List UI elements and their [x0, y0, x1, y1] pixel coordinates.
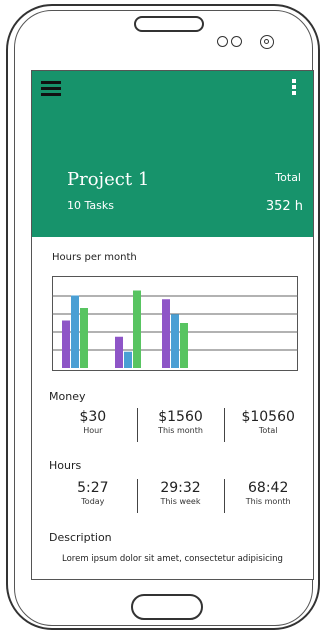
proximity-sensor — [217, 36, 228, 47]
chart-bar — [62, 320, 70, 368]
more-vertical-icon[interactable] — [292, 79, 297, 97]
stat-value: $1560 — [158, 409, 203, 425]
chart-title: Hours per month — [52, 252, 137, 263]
total-label: Total — [275, 171, 301, 184]
stat-caption: Total — [258, 426, 278, 435]
chart-bar — [133, 290, 141, 368]
hours-week-stat: 29:32 This week — [136, 479, 225, 513]
task-count: 10 Tasks — [67, 199, 114, 212]
app-screen: Project 1 10 Tasks Total 352 h Hours per… — [31, 70, 314, 580]
chart-bar — [124, 351, 132, 368]
project-title: Project 1 — [67, 169, 150, 190]
stat-value: 29:32 — [160, 480, 201, 496]
chart-bar — [171, 314, 179, 368]
total-hours: 352 h — [265, 199, 303, 214]
chart-bar — [80, 308, 88, 368]
chart-bar — [180, 323, 188, 368]
stat-value: $10560 — [241, 409, 295, 425]
money-month-stat: $1560 This month — [136, 408, 225, 442]
front-camera — [260, 35, 274, 49]
hours-today-stat: 5:27 Today — [49, 479, 137, 506]
project-header: Project 1 10 Tasks Total 352 h — [32, 71, 313, 237]
money-total-stat: $10560 Total — [224, 408, 312, 442]
stat-value: 68:42 — [248, 480, 289, 496]
stat-caption: This month — [158, 426, 203, 435]
stat-value: $30 — [79, 409, 107, 425]
hours-stats: 5:27 Today 29:32 This week 68:42 This mo… — [49, 479, 312, 513]
stat-caption: Today — [81, 497, 105, 506]
chart-bar — [115, 336, 123, 368]
money-hour-stat: $30 Hour — [49, 408, 137, 435]
stat-caption: Hour — [83, 426, 103, 435]
hours-label: Hours — [49, 459, 82, 472]
speaker-grille — [134, 16, 204, 32]
chart-bar — [71, 295, 79, 368]
money-label: Money — [49, 390, 86, 403]
stat-caption: This month — [245, 497, 291, 506]
stat-value: 5:27 — [77, 480, 109, 496]
money-stats: $30 Hour $1560 This month $10560 Total — [49, 408, 312, 442]
hours-month-stat: 68:42 This month — [224, 479, 312, 513]
description-text: Lorem ipsum dolor sit amet, consectetur … — [62, 554, 283, 564]
hours-bar-chart — [52, 276, 298, 371]
light-sensor — [231, 36, 242, 47]
hamburger-menu-icon[interactable] — [41, 81, 61, 96]
home-button[interactable] — [131, 594, 203, 620]
chart-bar — [162, 299, 170, 368]
stat-caption: This week — [160, 497, 201, 506]
description-title: Description — [49, 531, 112, 544]
